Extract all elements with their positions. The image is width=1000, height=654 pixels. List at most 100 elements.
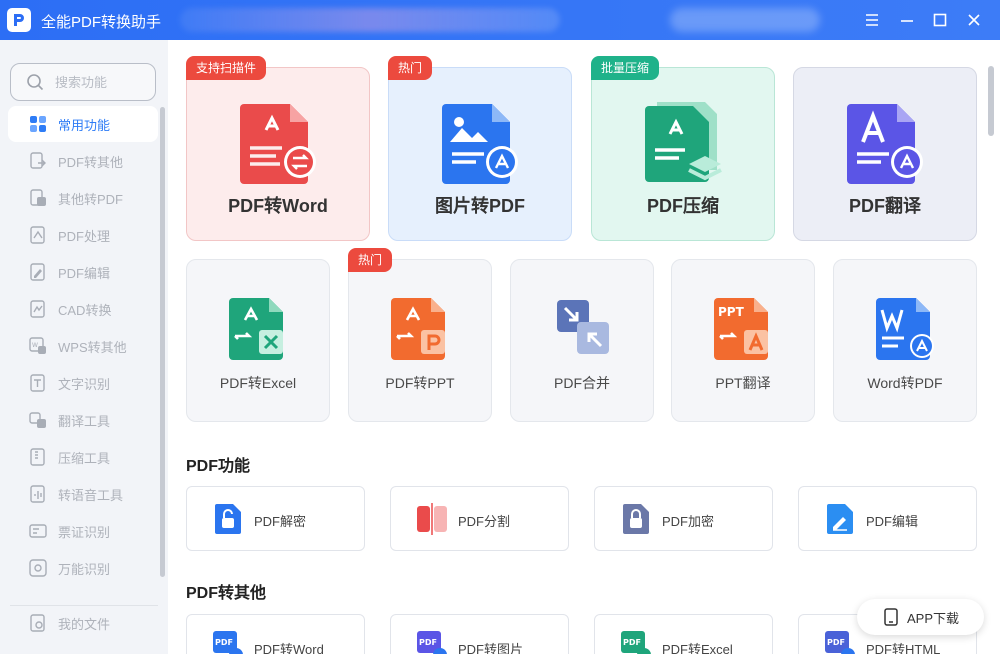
folder-icon [30,614,45,632]
split-icon [417,503,447,535]
card-pdf-to-word-small[interactable]: PDF PDF转Word [186,614,365,654]
search-box[interactable] [10,63,156,101]
sidebar-item-label: PDF转其他 [58,154,124,170]
card-label: 图片转PDF [435,196,525,216]
close-icon[interactable] [964,10,984,30]
card-ppt-translate[interactable]: PPT PPT翻译 [671,259,815,422]
sidebar-item-label: 文字识别 [58,376,111,392]
sidebar-item-cad[interactable]: CAD转换 [8,291,158,327]
sidebar-item-translate[interactable]: 翻译工具 [8,402,158,438]
search-input[interactable] [55,73,145,91]
sidebar-item-ticket[interactable]: 票证识别 [8,513,158,549]
pdf-to-ppt-icon [391,298,445,360]
svg-text:PDF: PDF [623,638,641,647]
ticket-recognition-icon [29,524,47,538]
badge-scan-support: 支持扫描件 [186,56,267,80]
blurred-banner [180,8,560,32]
maximize-icon[interactable] [930,10,950,30]
lock-icon [623,504,649,534]
app-title: 全能PDF转换助手 [41,14,162,31]
main-scrollbar[interactable] [988,66,994,136]
pdf-to-excel-icon [229,298,283,360]
card-pdf-translate[interactable]: PDF翻译 [793,67,977,241]
word-to-pdf-icon [876,298,934,360]
card-pdf-to-excel[interactable]: PDF转Excel [186,259,330,422]
minimize-icon[interactable] [897,10,917,30]
sidebar-item-speech[interactable]: 转语音工具 [8,476,158,512]
ppt-translate-icon: PPT [714,298,768,360]
pdf-to-word-small-icon: PDF [213,631,243,654]
card-pdf-to-image[interactable]: PDF PDF转图片 [390,614,569,654]
card-pdf-decrypt[interactable]: PDF解密 [186,486,365,551]
card-pdf-to-ppt[interactable]: 热门 PDF转PPT [348,248,492,422]
phone-icon [884,608,898,626]
sidebar-item-label: 转语音工具 [58,487,124,503]
card-label: PDF翻译 [849,196,921,216]
card-label: PDF合并 [554,375,610,391]
my-files-label: 我的文件 [58,616,111,632]
card-label: PPT翻译 [715,375,771,391]
pdf-to-excel-small-icon: PDF [621,631,651,654]
pdf-process-icon [30,226,45,244]
sidebar-item-common[interactable]: 常用功能 [8,106,158,142]
sidebar-item-pdf-process[interactable]: PDF处理 [8,217,158,253]
sidebar-item-label: PDF处理 [58,228,111,244]
card-label: PDF转HTML [866,642,941,654]
card-label: PDF分割 [458,514,511,529]
card-pdf-encrypt[interactable]: PDF加密 [594,486,773,551]
app-download-button[interactable]: APP下载 [857,599,984,635]
card-pdf-compress[interactable]: 批量压缩 PDF压缩 [591,56,775,241]
card-word-to-pdf[interactable]: Word转PDF [833,259,977,422]
sidebar-item-label: 常用功能 [58,117,111,133]
card-label: PDF解密 [254,514,307,529]
badge-batch-compress: 批量压缩 [591,56,660,80]
badge-hot: 热门 [348,248,393,272]
sidebar-item-ocr[interactable]: 文字识别 [8,365,158,401]
svg-text:PDF: PDF [827,638,845,647]
card-label: PDF加密 [662,514,715,529]
sidebar-scrollbar[interactable] [160,107,165,577]
card-pdf-merge[interactable]: PDF合并 [510,259,654,422]
card-label: PDF转Word [254,642,324,654]
svg-text:PDF: PDF [419,638,437,647]
sidebar-item-label: 票证识别 [58,524,111,540]
pdf-to-other-icon [30,152,46,169]
pdf-compress-icon [645,102,722,182]
sidebar-item-label: 压缩工具 [58,450,111,466]
other-to-pdf-icon [30,189,46,206]
app-download-label: APP下载 [907,610,960,626]
sidebar-item-compress[interactable]: 压缩工具 [8,439,158,475]
card-label: Word转PDF [867,375,943,391]
pdf-to-word-icon [240,104,316,184]
card-pdf-split[interactable]: PDF分割 [390,486,569,551]
svg-text:W: W [32,342,38,349]
badge-hot: 热门 [388,56,433,80]
app-logo-icon [7,8,31,32]
card-label: PDF转PPT [385,375,455,391]
card-pdf-to-word[interactable]: 支持扫描件 PDF转Word [186,56,370,241]
card-image-to-pdf[interactable]: 热门 图片转PDF [388,56,572,241]
sidebar-item-wps[interactable]: W WPS转其他 [8,328,158,364]
section-title-pdf-to-other: PDF转其他 [186,585,267,602]
sidebar: 常用功能 PDF转其他 其他转PDF PDF处理 PDF编辑 CAD转换 W W… [0,40,168,654]
svg-text:PDF: PDF [215,638,233,647]
sidebar-item-label: CAD转换 [58,302,112,318]
sidebar-item-other-to-pdf[interactable]: 其他转PDF [8,180,158,216]
card-pdf-edit[interactable]: PDF编辑 [798,486,977,551]
sidebar-item-universal[interactable]: 万能识别 [8,550,158,586]
sidebar-item-label: PDF编辑 [58,265,111,281]
pdf-merge-icon [557,300,609,354]
sidebar-item-label: 其他转PDF [58,191,124,207]
card-label: PDF编辑 [866,514,919,529]
edit-icon [827,504,853,534]
sidebar-item-label: WPS转其他 [58,339,127,355]
menu-icon[interactable] [862,10,882,30]
common-functions-icon [30,116,46,132]
card-pdf-to-excel-small[interactable]: PDF PDF转Excel [594,614,773,654]
svg-text:PPT: PPT [718,305,745,319]
sidebar-item-pdf-to-other[interactable]: PDF转其他 [8,143,158,179]
unlock-icon [215,504,241,534]
sidebar-item-my-files[interactable]: 我的文件 [8,605,158,641]
wps-convert-icon: W [29,337,46,354]
sidebar-item-pdf-edit[interactable]: PDF编辑 [8,254,158,290]
